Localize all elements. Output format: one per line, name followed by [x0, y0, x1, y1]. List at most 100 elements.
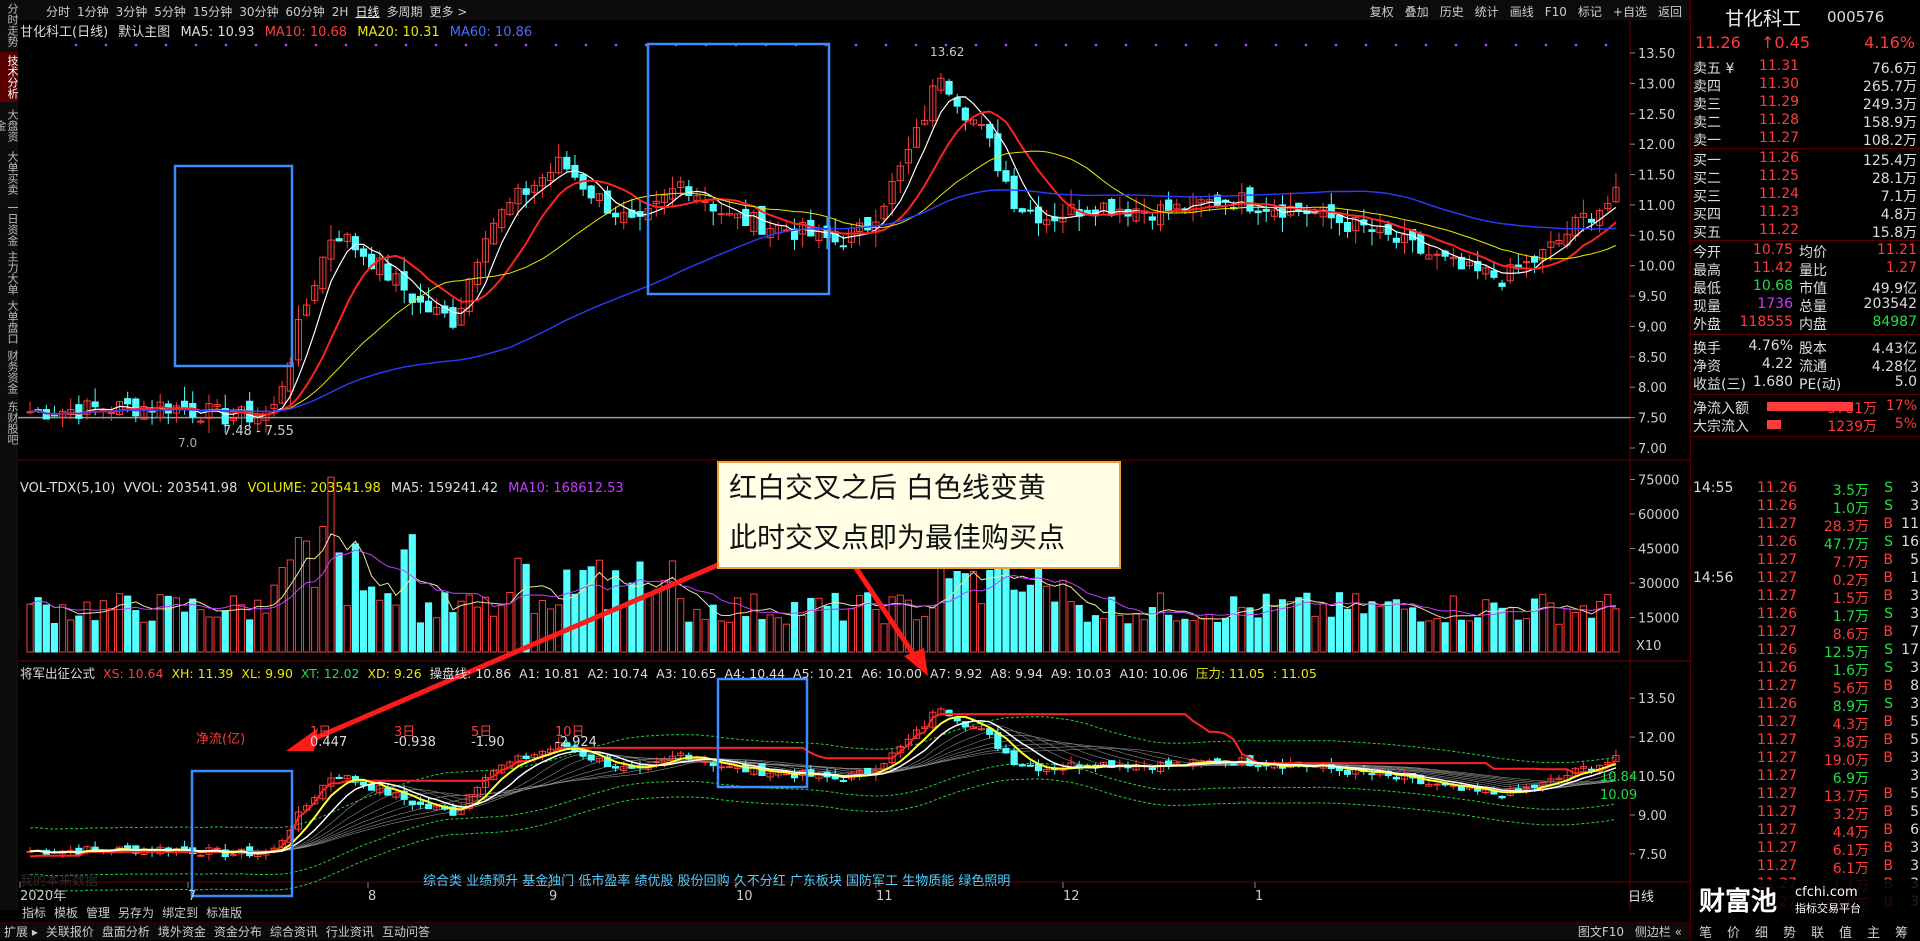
vol-axis-label: 60000 — [1638, 508, 1679, 523]
top-marker-dot — [1154, 43, 1158, 47]
status-item-2[interactable]: 盘面分析 — [102, 925, 150, 939]
period-tab-0[interactable]: 分时 — [46, 5, 70, 19]
indicator-tab-3[interactable]: 另存为 — [118, 906, 154, 920]
period-tab-6[interactable]: 60分钟 — [286, 5, 325, 19]
left-tab-7[interactable]: 财务资金 — [0, 348, 18, 396]
concept-tags[interactable]: 综合类 业绩预升 基金独门 低市盈率 绩优股 股份回购 久不分红 广东板块 国防… — [423, 870, 1010, 889]
volume-bar — [416, 622, 425, 653]
status-item-4[interactable]: 资金分布 — [214, 925, 262, 939]
low-range-marker: 7.48 - 7.55 — [223, 424, 294, 439]
period-tab-7[interactable]: 2H — [332, 5, 349, 19]
period-tab-3[interactable]: 5分钟 — [154, 5, 186, 19]
candle-body — [384, 263, 392, 281]
candle-body — [124, 398, 132, 405]
ma20-line — [30, 150, 1617, 415]
indicator-tab-1[interactable]: 模板 — [54, 906, 78, 920]
tick-volume: 1.0万 — [1832, 501, 1869, 517]
volume-bar — [327, 476, 335, 653]
volume-bar — [986, 569, 994, 653]
period-tab-9[interactable]: 多周期 — [386, 5, 422, 19]
status-item-1[interactable]: 关联报价 — [46, 925, 94, 939]
status-item-9[interactable]: 侧边栏 « — [1635, 923, 1682, 940]
tool-button-6[interactable]: 标记 — [1578, 5, 1602, 19]
period-tab-1[interactable]: 1分钟 — [77, 5, 109, 19]
tick-volume: 3.5万 — [1832, 483, 1869, 499]
left-tab-2[interactable]: 大盘资金 — [0, 104, 18, 146]
quote-tab-6[interactable]: 主 — [1867, 922, 1880, 941]
tool-button-3[interactable]: 统计 — [1475, 5, 1499, 19]
left-tab-0[interactable]: 分时走势 — [0, 0, 18, 50]
a10-value: A10: 10.06 — [1119, 666, 1188, 681]
top-marker-dot — [224, 43, 228, 47]
chart-template-dropdown[interactable]: 默认主图 — [118, 25, 170, 40]
indicator-name[interactable]: 将军出征公式 — [20, 666, 95, 681]
bid-volume: 15.8万 — [1871, 225, 1917, 241]
volume-bar — [50, 623, 59, 653]
tick-count: 3 — [1910, 480, 1919, 496]
period-tab-8[interactable]: 日线 — [355, 5, 379, 19]
tick-side: S — [1884, 606, 1893, 622]
tick-row-19: 11.27 4.4万 B 6 — [1691, 822, 1920, 841]
quote-tab-3[interactable]: 势 — [1783, 922, 1796, 941]
a3-value: A3: 10.65 — [656, 666, 717, 681]
volume-bar — [59, 604, 67, 653]
volume-bar — [392, 604, 400, 653]
indicator-tab-5[interactable]: 标准版 — [206, 906, 242, 920]
period-tab-10[interactable]: 更多 > — [429, 5, 467, 19]
status-item-8[interactable]: 图文F10 — [1578, 923, 1624, 940]
left-tab-6[interactable]: 大单盘口 — [0, 298, 18, 346]
indicator-tab-2[interactable]: 管理 — [86, 906, 110, 920]
volume-bar — [644, 592, 652, 653]
stat-key-2: 总量 — [1799, 299, 1827, 315]
status-item-3[interactable]: 境外资金 — [158, 925, 206, 939]
left-tab-4[interactable]: 一日资金 — [0, 200, 18, 248]
left-tab-1[interactable]: 技术分析 — [0, 52, 18, 102]
pressure-value: 压力: 11.05 — [1195, 666, 1265, 681]
tool-button-8[interactable]: 返回 — [1658, 5, 1682, 19]
period-tab-4[interactable]: 15分钟 — [193, 5, 232, 19]
tool-button-4[interactable]: 画线 — [1510, 5, 1534, 19]
status-item-0[interactable]: 扩展 ▸ — [4, 925, 38, 939]
top-marker-dot — [194, 43, 198, 47]
tool-button-5[interactable]: F10 — [1545, 5, 1567, 19]
quote-tab-2[interactable]: 细 — [1755, 922, 1768, 941]
tool-button-1[interactable]: 叠加 — [1405, 5, 1429, 19]
quote-tab-0[interactable]: 笔 — [1699, 922, 1712, 941]
tool-button-7[interactable]: +自选 — [1613, 5, 1647, 19]
volume-bar — [1514, 619, 1522, 653]
tool-button-0[interactable]: 复权 — [1370, 5, 1394, 19]
quote-tab-4[interactable]: 联 — [1811, 922, 1824, 941]
quote-tab-5[interactable]: 值 — [1839, 922, 1852, 941]
volume-bar — [311, 586, 319, 653]
volume-bar — [1547, 602, 1555, 653]
tool-button-2[interactable]: 历史 — [1440, 5, 1464, 19]
tick-volume: 47.7万 — [1823, 537, 1869, 553]
top-marker-dot — [614, 43, 618, 47]
stat-value-1: 118555 — [1739, 314, 1793, 330]
candle-body — [701, 200, 709, 203]
left-tab-5[interactable]: 主力大单 — [0, 250, 18, 296]
tick-row-10: 11.26 1.6万 S 3 — [1691, 660, 1920, 679]
xd-value: XD: 9.26 — [367, 666, 422, 681]
quote-tab-7[interactable]: 筹 — [1895, 922, 1908, 941]
left-tab-8[interactable]: 东财股吧 — [0, 398, 18, 448]
indicator-tab-4[interactable]: 绑定到 — [162, 906, 198, 920]
status-item-7[interactable]: 互动问答 — [382, 925, 430, 939]
left-tab-3[interactable]: 大单买卖 — [0, 148, 18, 198]
tick-count: 3 — [1910, 660, 1919, 676]
quote-tab-1[interactable]: 价 — [1727, 922, 1740, 941]
x-axis-label: 10 — [736, 889, 753, 904]
bid-label: 买三 — [1693, 189, 1721, 205]
indicator-tab-0[interactable]: 指标 — [22, 906, 46, 920]
tick-row-17: 11.27 13.7万 B 5 — [1691, 786, 1920, 805]
period-tab-2[interactable]: 3分钟 — [116, 5, 148, 19]
top-marker-dot — [1424, 43, 1428, 47]
volume-bar — [1221, 617, 1230, 653]
status-item-6[interactable]: 行业资讯 — [326, 925, 374, 939]
status-item-5[interactable]: 综合资讯 — [270, 925, 318, 939]
volume-bar — [148, 620, 156, 653]
period-tab-5[interactable]: 30分钟 — [239, 5, 278, 19]
vol-indicator-name[interactable]: VOL-TDX(5,10) — [20, 481, 115, 496]
top-marker-dot — [74, 43, 78, 47]
volume-bar — [1587, 617, 1596, 653]
